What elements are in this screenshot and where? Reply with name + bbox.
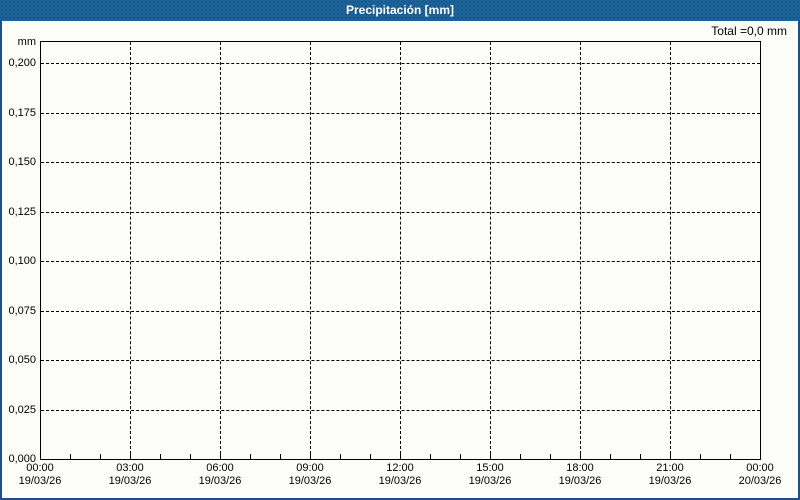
x-tick-time: 06:00 [206, 462, 234, 474]
x-axis-minor-tick [400, 454, 401, 459]
x-tick-time: 15:00 [476, 462, 504, 474]
x-tick-time: 09:00 [296, 462, 324, 474]
x-tick-label: 15:00 19/03/26 [450, 462, 530, 488]
x-tick-time: 03:00 [116, 462, 144, 474]
x-axis-minor-tick [550, 454, 551, 459]
x-axis-minor-tick [460, 454, 461, 459]
y-tick-label: 0,075 [8, 304, 36, 317]
x-tick-time: 12:00 [386, 462, 414, 474]
x-axis-minor-tick [130, 454, 131, 459]
x-axis-minor-tick [160, 454, 161, 459]
y-tick-label: 0,050 [8, 354, 36, 366]
total-label: Total =0,0 mm [711, 24, 787, 38]
x-gridline [310, 42, 311, 459]
x-tick-time: 21:00 [656, 462, 684, 474]
y-tick-label: 0,175 [8, 106, 36, 119]
x-tick-date: 19/03/26 [18, 475, 62, 487]
x-tick-time: 18:00 [566, 462, 594, 474]
x-tick-label: 21:00 19/03/26 [630, 462, 710, 488]
x-axis-minor-tick [190, 454, 191, 459]
x-gridline [490, 42, 491, 459]
x-axis-minor-tick [640, 454, 641, 459]
x-tick-date: 19/03/26 [378, 475, 422, 487]
x-tick-date: 19/03/26 [288, 475, 332, 487]
x-tick-time: 00:00 [26, 462, 54, 474]
x-tick-date: 19/03/26 [648, 475, 692, 487]
x-tick-label: 00:00 19/03/26 [0, 462, 80, 488]
y-tick-label: 0,200 [8, 57, 36, 69]
x-axis-minor-tick [730, 454, 731, 459]
x-tick-date: 19/03/26 [108, 475, 152, 487]
x-tick-label: 03:00 19/03/26 [90, 462, 170, 488]
x-axis-minor-tick [250, 454, 251, 459]
y-tick-label: 0,100 [8, 255, 36, 267]
x-tick-date: 19/03/26 [198, 475, 242, 487]
x-gridline [580, 42, 581, 459]
x-axis-minor-tick [490, 454, 491, 459]
chart-title: Precipitación [mm] [345, 3, 455, 17]
x-tick-label: 09:00 19/03/26 [270, 462, 350, 488]
y-tick-label: 0,025 [8, 403, 36, 416]
x-gridline [400, 42, 401, 459]
x-axis-minor-tick [430, 454, 431, 459]
x-axis-minor-tick [520, 454, 521, 459]
x-tick-label: 18:00 19/03/26 [540, 462, 620, 488]
x-tick-time: 00:00 [746, 462, 774, 474]
chart-title-bar: Precipitación [mm] [0, 0, 800, 21]
x-gridline [670, 42, 671, 459]
x-tick-date: 19/03/26 [558, 475, 602, 487]
y-tick-label: 0,125 [8, 205, 36, 218]
x-axis-minor-tick [310, 454, 311, 459]
x-axis-minor-tick [670, 454, 671, 459]
x-tick-date: 19/03/26 [468, 475, 512, 487]
x-axis-minor-tick [70, 454, 71, 459]
x-axis-minor-tick [280, 454, 281, 459]
x-gridline [130, 42, 131, 459]
x-tick-label: 06:00 19/03/26 [180, 462, 260, 488]
y-tick-label: 0,150 [8, 156, 36, 168]
x-axis-minor-tick [340, 454, 341, 459]
x-axis-minor-tick [700, 454, 701, 459]
x-axis-minor-tick [220, 454, 221, 459]
chart-window: Precipitación [mm] Total =0,0 mm mm 0,20… [0, 0, 800, 500]
x-tick-label: 00:00 20/03/26 [720, 462, 800, 488]
x-gridline [220, 42, 221, 459]
x-tick-date: 20/03/26 [738, 475, 782, 487]
x-tick-label: 12:00 19/03/26 [360, 462, 440, 488]
x-axis-minor-tick [370, 454, 371, 459]
x-axis-minor-tick [100, 454, 101, 459]
x-axis-minor-tick [580, 454, 581, 459]
y-axis-unit-label: mm [17, 36, 36, 48]
x-axis-minor-tick [610, 454, 611, 459]
